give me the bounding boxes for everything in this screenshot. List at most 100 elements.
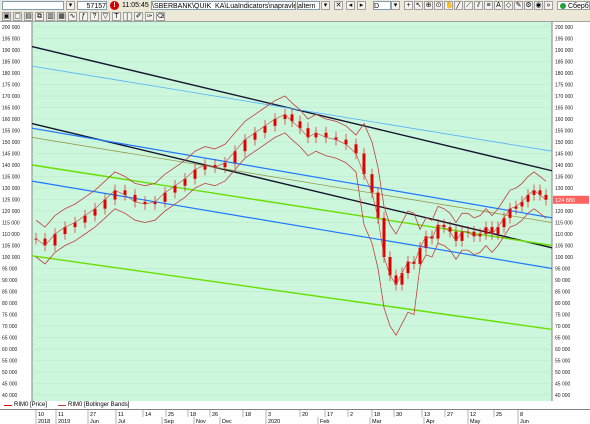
y-tick-label-right: 40 000 <box>555 393 571 399</box>
y-tick-label-left: 135 000 <box>2 175 20 181</box>
vertical-line-icon[interactable]: │ <box>123 12 132 21</box>
time-axis-day-label: 10 <box>38 412 44 418</box>
last-price-label: 124 880 <box>555 198 575 204</box>
y-tick-label-right: 165 000 <box>555 106 573 112</box>
save-icon[interactable]: ▣ <box>2 12 11 21</box>
channel-line-lower-green <box>31 255 553 331</box>
y-tick-label-right: 180 000 <box>555 71 573 77</box>
y-tick-label-left: 155 000 <box>2 129 20 135</box>
y-tick-label-right: 100 000 <box>555 255 573 261</box>
channel-icon[interactable]: ⫽ <box>474 1 483 10</box>
y-tick-label-right: 60 000 <box>555 347 571 353</box>
y-tick-label-left: 190 000 <box>2 48 20 54</box>
eraser-icon[interactable]: ⌫ <box>156 12 165 21</box>
fibonacci-icon[interactable]: ≡ <box>484 1 493 10</box>
y-tick-label-right: 45 000 <box>555 382 571 388</box>
fast-forward-icon[interactable]: ▸ <box>357 1 366 10</box>
script-mode-dropdown-button[interactable]: ▾ <box>321 1 330 10</box>
time-axis-day-label: 11 <box>118 412 124 418</box>
open-icon[interactable]: ▢ <box>13 12 22 21</box>
y-tick-label-left: 45 000 <box>2 382 18 388</box>
candles-icon[interactable]: ▥ <box>46 12 55 21</box>
pen-icon[interactable]: ✎ <box>514 1 523 10</box>
time-axis-month-label: Jul <box>118 419 125 424</box>
time-axis-month-label: Jun <box>90 419 99 424</box>
line-chart-icon[interactable]: ∿ <box>68 12 77 21</box>
candle-body <box>243 139 247 152</box>
time-axis-month-label: May <box>470 419 481 424</box>
y-tick-label-left: 195 000 <box>2 37 20 43</box>
time-axis-month-label: Nov <box>196 419 206 424</box>
instrument-input[interactable] <box>2 1 64 10</box>
script-mode-select[interactable]: altern <box>297 1 320 10</box>
time-axis-day-label: 2 <box>350 412 353 418</box>
y-tick-label-right: 145 000 <box>555 152 573 158</box>
draw-line-icon[interactable]: ╱ <box>454 1 463 10</box>
time-axis-month-label: 2019 <box>58 419 70 424</box>
close-icon[interactable]: ✕ <box>334 1 343 10</box>
y-tick-label-left: 160 000 <box>2 117 20 123</box>
zoom-icon[interactable]: ⊙ <box>434 1 443 10</box>
y-tick-label-left: 120 000 <box>2 209 20 215</box>
y-tick-label-left: 200 000 <box>2 25 20 31</box>
time-axis-day-label: 3 <box>268 412 271 418</box>
rewind-icon[interactable]: ◂ <box>346 1 355 10</box>
period-dropdown-button[interactable]: ▾ <box>391 1 400 10</box>
y-tick-label-right: 110 000 <box>555 232 573 238</box>
eye-icon[interactable]: ◉ <box>534 1 543 10</box>
period-select[interactable]: D <box>373 1 391 10</box>
cursor-icon[interactable]: ↖ <box>414 1 423 10</box>
brush-icon[interactable]: ✑ <box>145 12 154 21</box>
text-tool-icon[interactable]: A <box>494 1 503 10</box>
time-axis-month-label: 2020 <box>268 419 280 424</box>
channel-line-lower-blue <box>31 180 553 270</box>
time-axis-month-label: Feb <box>320 419 329 424</box>
sberbank-button[interactable]: Сберб <box>557 1 590 10</box>
y-tick-label-left: 40 000 <box>2 393 18 399</box>
indicator-icon[interactable]: ƒ <box>79 12 88 21</box>
price-chart[interactable]: 200 000 200 000 195 000 195 000 190 000 190 0… <box>0 22 590 401</box>
y-tick-label-left: 75 000 <box>2 313 18 319</box>
more-icon[interactable]: » <box>544 1 553 10</box>
filter-icon[interactable]: ▽ <box>101 12 110 21</box>
y-tick-label-left: 180 000 <box>2 71 20 77</box>
candle-body <box>233 151 237 163</box>
pencil-icon[interactable]: ✐ <box>134 12 143 21</box>
y-tick-label-left: 145 000 <box>2 152 20 158</box>
instrument-dropdown-button[interactable]: ▾ <box>66 1 75 10</box>
time-axis-day-label: 17 <box>327 412 333 418</box>
settings-icon[interactable]: ⚙ <box>524 1 533 10</box>
y-tick-label-left: 85 000 <box>2 290 18 296</box>
candle-body <box>354 144 358 154</box>
help-icon[interactable]: ? <box>90 12 99 21</box>
time-axis-day-label: 11 <box>58 412 64 418</box>
y-tick-label-right: 65 000 <box>555 336 571 342</box>
chart-area[interactable]: 200 000 200 000 195 000 195 000 190 000 190 0… <box>0 22 590 401</box>
sberbank-logo-icon <box>560 3 566 9</box>
copy-icon[interactable]: ⧉ <box>35 12 44 21</box>
time-axis-month-label: Apr <box>426 419 435 424</box>
quantity-field[interactable]: 57157 <box>77 1 107 10</box>
y-tick-label-left: 65 000 <box>2 336 18 342</box>
print-icon[interactable]: ▤ <box>24 12 33 21</box>
ray-icon[interactable]: ⟋ <box>464 1 473 10</box>
y-tick-label-left: 60 000 <box>2 347 18 353</box>
shapes-icon[interactable]: ◇ <box>504 1 513 10</box>
y-tick-label-right: 90 000 <box>555 278 571 284</box>
text-icon[interactable]: T <box>112 12 121 21</box>
hand-icon[interactable]: ✋ <box>444 1 453 10</box>
y-tick-label-right: 85 000 <box>555 290 571 296</box>
time-axis[interactable]: 10 11 27 11 14 25 18 26 18 3 20 17 2 18 30 13 27 12 25 8 201… <box>0 409 590 424</box>
plus-icon[interactable]: + <box>404 1 413 10</box>
alert-icon[interactable]: ! <box>110 1 119 10</box>
crosshair-icon[interactable]: ⊕ <box>424 1 433 10</box>
y-tick-label-right: 70 000 <box>555 324 571 330</box>
y-tick-label-left: 130 000 <box>2 186 20 192</box>
time-axis-day-label: 20 <box>302 412 308 418</box>
bars-icon[interactable]: ▦ <box>57 12 66 21</box>
script-path-field[interactable]: \SBERBANK\QUIK_KA\LuaIndicators\napravle… <box>151 1 296 10</box>
y-tick-label-left: 185 000 <box>2 60 20 66</box>
time-axis-day-label: 18 <box>374 412 380 418</box>
y-tick-label-left: 100 000 <box>2 255 20 261</box>
time-axis-day-label: 18 <box>245 412 251 418</box>
